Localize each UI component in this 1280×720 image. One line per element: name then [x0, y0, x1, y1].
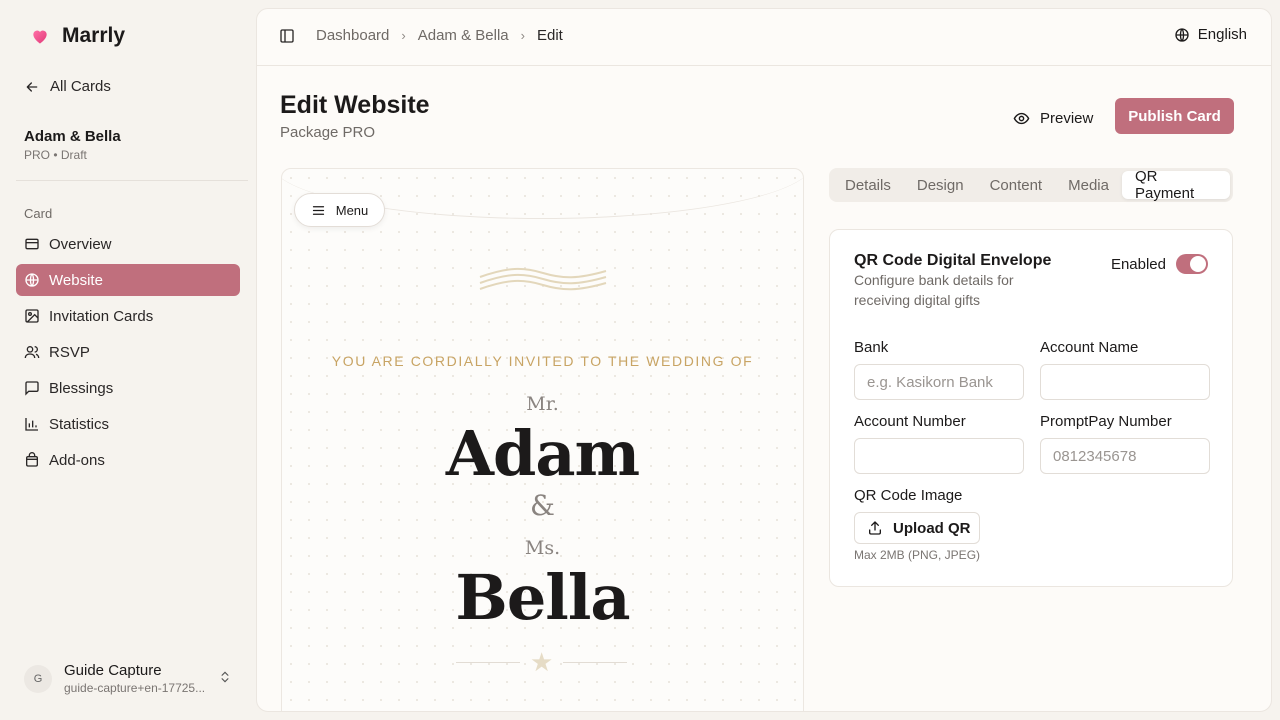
tab-media[interactable]: Media — [1055, 171, 1122, 199]
sidebar-item-label: Invitation Cards — [49, 307, 154, 325]
heart-logo-icon — [33, 30, 47, 44]
message-icon — [25, 381, 39, 396]
user-email: guide-capture+en-17725... — [64, 681, 206, 695]
project-info: Adam & Bella PRO • Draft — [24, 128, 121, 162]
menu-label: Menu — [335, 202, 369, 218]
website-preview: Menu YOU ARE CORDIALLY INVITED TO THE WE… — [281, 168, 804, 711]
divider-line — [456, 661, 520, 663]
qr-envelope-card: QR Code Digital Envelope Configure bank … — [829, 229, 1233, 587]
main-panel: Dashboard › Adam & Bella › Edit English … — [256, 8, 1272, 712]
promptpay-label: PromptPay Number — [1040, 413, 1172, 430]
bag-icon — [26, 452, 38, 467]
sidebar-item-overview[interactable]: Overview — [16, 228, 240, 260]
sidebar-item-blessings[interactable]: Blessings — [16, 372, 240, 404]
chevrons-up-down-icon — [221, 671, 229, 683]
invite-line: YOU ARE CORDIALLY INVITED TO THE WEDDING… — [331, 353, 754, 369]
tab-content[interactable]: Content — [977, 171, 1056, 199]
breadcrumb: Dashboard › Adam & Bella › Edit — [316, 27, 563, 44]
user-menu[interactable]: G Guide Capture guide-capture+en-17725..… — [24, 662, 236, 695]
upload-qr-button[interactable]: Upload QR — [854, 512, 980, 544]
star-divider: ★ — [456, 647, 628, 677]
user-name: Guide Capture — [64, 662, 162, 679]
bride-name: Bella — [455, 561, 630, 634]
sidebar-item-invitation-cards[interactable]: Invitation Cards — [16, 300, 240, 332]
upload-label: Upload QR — [893, 519, 971, 537]
sidebar-item-add-ons[interactable]: Add-ons — [16, 444, 240, 476]
users-icon — [24, 346, 40, 359]
sidebar-toggle-icon[interactable] — [279, 28, 295, 44]
account-name-label: Account Name — [1040, 339, 1139, 356]
switch-knob — [1190, 256, 1206, 272]
bride-title: Ms. — [524, 537, 561, 559]
sidebar-item-website[interactable]: Website — [16, 264, 240, 296]
sidebar-section-label: Card — [24, 206, 53, 221]
breadcrumb-current: Edit — [536, 27, 563, 44]
qr-image-label: QR Code Image — [854, 487, 963, 504]
language-switcher[interactable]: English — [1174, 26, 1247, 43]
upload-icon — [869, 521, 881, 535]
enabled-label: Enabled — [1110, 255, 1166, 273]
breadcrumb-card[interactable]: Adam & Bella — [418, 27, 509, 44]
groom-name: Adam — [445, 417, 640, 490]
sidebar-item-label: Blessings — [49, 379, 114, 397]
globe-icon — [25, 273, 39, 287]
sidebar-item-label: Website — [49, 271, 103, 289]
page-subtitle: Package PRO — [280, 124, 376, 141]
enabled-switch[interactable] — [1176, 254, 1208, 274]
card-description: Configure bank details for receiving dig… — [854, 272, 1014, 308]
enabled-toggle-wrap: Enabled — [1111, 254, 1208, 274]
preview-menu-button[interactable]: Menu — [294, 193, 385, 227]
preview-button[interactable]: Preview — [1013, 103, 1093, 133]
eye-icon — [1013, 112, 1030, 124]
wave-ornament-icon — [479, 267, 607, 291]
tab-design[interactable]: Design — [904, 171, 977, 199]
account-number-input[interactable] — [854, 438, 1024, 474]
sidebar-divider — [16, 180, 248, 181]
promptpay-input[interactable] — [1040, 438, 1210, 474]
breadcrumb-dashboard[interactable]: Dashboard — [316, 27, 389, 44]
sidebar-nav: Overview Website Invitation Cards RSVP B… — [16, 228, 240, 480]
page-title: Edit Website — [280, 91, 430, 119]
card-title: QR Code Digital Envelope — [854, 252, 1052, 269]
account-name-input[interactable] — [1040, 364, 1210, 400]
avatar: G — [24, 664, 52, 693]
arrow-left-icon — [26, 81, 38, 92]
star-icon: ★ — [530, 647, 554, 677]
all-cards-label: All Cards — [50, 78, 111, 95]
language-label: English — [1197, 26, 1247, 43]
card-icon — [25, 238, 39, 250]
sidebar-item-label: Statistics — [49, 415, 110, 433]
project-name: Adam & Bella — [24, 128, 121, 145]
sidebar-item-label: RSVP — [49, 343, 90, 361]
preview-label: Preview — [1040, 109, 1094, 127]
globe-icon — [1175, 27, 1189, 42]
image-icon — [25, 309, 39, 323]
bank-input[interactable] — [854, 364, 1024, 400]
chevron-right-icon: › — [520, 28, 525, 43]
account-number-label: Account Number — [854, 413, 966, 430]
upload-hint: Max 2MB (PNG, JPEG) — [854, 548, 981, 562]
project-meta: PRO • Draft — [24, 148, 87, 162]
groom-title: Mr. — [526, 393, 559, 415]
sidebar: Marrly All Cards Adam & Bella PRO • Draf… — [0, 0, 256, 720]
tab-details[interactable]: Details — [832, 171, 904, 199]
sidebar-item-rsvp[interactable]: RSVP — [16, 336, 240, 368]
ampersand: & — [530, 489, 555, 522]
publish-card-button[interactable]: Publish Card — [1115, 98, 1234, 134]
brand[interactable]: Marrly — [30, 24, 125, 48]
brand-name: Marrly — [62, 24, 126, 47]
settings-tabs: Details Design Content Media QR Payment — [829, 168, 1233, 202]
bank-label: Bank — [854, 339, 889, 356]
tab-qr-payment[interactable]: QR Payment — [1121, 168, 1230, 202]
divider-line — [563, 661, 628, 663]
chart-icon — [25, 418, 38, 431]
chevron-right-icon: › — [401, 28, 406, 43]
sidebar-item-statistics[interactable]: Statistics — [16, 408, 240, 440]
topbar: Dashboard › Adam & Bella › Edit English — [257, 9, 1271, 66]
hamburger-icon — [312, 205, 324, 215]
sidebar-item-label: Overview — [49, 235, 112, 253]
all-cards-link[interactable]: All Cards — [24, 78, 111, 95]
sidebar-item-label: Add-ons — [49, 451, 105, 469]
